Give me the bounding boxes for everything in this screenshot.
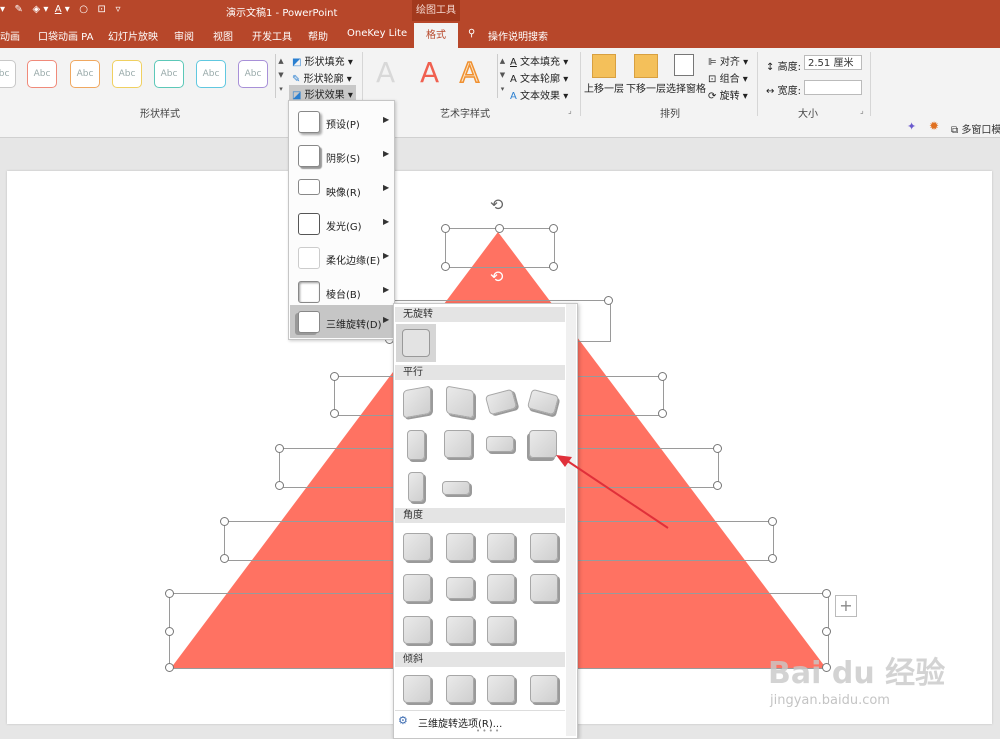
gallery-item-angle[interactable]: [530, 574, 558, 602]
gallery-item-parallel[interactable]: [407, 430, 425, 460]
gallery-item-angle[interactable]: [446, 577, 474, 599]
section-perspective-angle: 角度: [395, 508, 565, 523]
3d-options-icon: ⚙: [398, 714, 408, 727]
section-no-rotation: 无旋转: [395, 307, 565, 322]
gallery-item-angle[interactable]: [446, 533, 474, 561]
resize-handle[interactable]: [549, 224, 558, 233]
glow-icon: [298, 213, 320, 235]
resize-handle[interactable]: [165, 627, 174, 636]
resize-handle[interactable]: [330, 372, 339, 381]
submenu-arrow-icon: ▶: [383, 251, 390, 260]
resize-grip-icon[interactable]: • • • •: [476, 727, 499, 735]
resize-handle[interactable]: [768, 517, 777, 526]
resize-handle[interactable]: [220, 554, 229, 563]
gallery-item-oblique[interactable]: [530, 675, 558, 703]
menu-item-shadow[interactable]: 阴影(S) ▶: [290, 139, 393, 172]
resize-handle[interactable]: [658, 372, 667, 381]
submenu-arrow-icon: ▶: [383, 315, 390, 324]
resize-handle[interactable]: [604, 296, 613, 305]
submenu-arrow-icon: ▶: [383, 149, 390, 158]
submenu-arrow-icon: ▶: [383, 183, 390, 192]
gallery-item-angle[interactable]: [487, 533, 515, 561]
gallery-item-parallel[interactable]: [408, 472, 424, 502]
resize-handle[interactable]: [822, 589, 831, 598]
resize-handle[interactable]: [441, 224, 450, 233]
gallery-item-angle[interactable]: [403, 616, 431, 644]
resize-handle[interactable]: [658, 409, 667, 418]
gallery-item-oblique[interactable]: [446, 675, 474, 703]
gallery-item-parallel-highlighted[interactable]: [529, 430, 557, 458]
menu-item-soft-edges[interactable]: 柔化边缘(E) ▶: [290, 241, 393, 274]
gallery-item-angle[interactable]: [530, 533, 558, 561]
shadow-icon: [298, 145, 320, 167]
resize-handle[interactable]: [330, 409, 339, 418]
resize-handle[interactable]: [275, 444, 284, 453]
resize-handle[interactable]: [768, 554, 777, 563]
submenu-arrow-icon: ▶: [383, 115, 390, 124]
menu-item-reflection[interactable]: 映像(R) ▶: [290, 173, 393, 206]
resize-handle[interactable]: [275, 481, 284, 490]
gallery-scrollbar[interactable]: [566, 304, 576, 736]
rotate-handle-icon[interactable]: ⟲: [490, 267, 503, 286]
soft-edges-icon: [298, 247, 320, 269]
resize-handle[interactable]: [549, 262, 558, 271]
gallery-item-parallel[interactable]: [446, 385, 474, 419]
shape-effects-menu: 预设(P) ▶ 阴影(S) ▶ 映像(R) ▶ 发光(G) ▶ 柔化边缘(E) …: [288, 100, 395, 340]
resize-handle[interactable]: [713, 444, 722, 453]
gallery-item-parallel[interactable]: [526, 388, 560, 416]
menu-item-preset[interactable]: 预设(P) ▶: [290, 105, 393, 138]
gallery-item-angle[interactable]: [403, 533, 431, 561]
gallery-item-angle[interactable]: [487, 616, 515, 644]
resize-handle[interactable]: [165, 663, 174, 672]
gallery-item-angle[interactable]: [403, 574, 431, 602]
gallery-item-parallel[interactable]: [444, 430, 472, 458]
divider: [395, 710, 565, 711]
no-rotation-icon: [402, 329, 430, 357]
gallery-item-no-rotation[interactable]: [396, 324, 436, 362]
resize-handle[interactable]: [165, 589, 174, 598]
reflection-icon: [298, 179, 320, 195]
rotate-handle-icon[interactable]: ⟲: [490, 195, 503, 214]
section-parallel: 平行: [395, 365, 565, 380]
section-oblique: 倾斜: [395, 652, 565, 667]
gallery-item-oblique[interactable]: [403, 675, 431, 703]
gallery-item-angle[interactable]: [487, 574, 515, 602]
gallery-item-parallel[interactable]: [484, 388, 518, 416]
submenu-arrow-icon: ▶: [383, 217, 390, 226]
resize-handle[interactable]: [495, 224, 504, 233]
add-layout-icon[interactable]: +: [835, 595, 857, 617]
watermark-url: jingyan.baidu.com: [770, 693, 890, 708]
gallery-item-parallel[interactable]: [442, 481, 470, 495]
3d-rotation-gallery: 无旋转 平行 角度 倾斜 ⚙ 三维旋转选项(R)... • • • •: [393, 303, 578, 739]
submenu-arrow-icon: ▶: [383, 285, 390, 294]
menu-item-3d-rotation[interactable]: 三维旋转(D) ▶: [290, 305, 393, 338]
menu-item-glow[interactable]: 发光(G) ▶: [290, 207, 393, 240]
menu-item-bevel[interactable]: 棱台(B) ▶: [290, 275, 393, 308]
bevel-icon: [298, 281, 320, 303]
gallery-item-parallel[interactable]: [403, 385, 431, 419]
resize-handle[interactable]: [713, 481, 722, 490]
gallery-item-parallel[interactable]: [486, 436, 514, 452]
resize-handle[interactable]: [220, 517, 229, 526]
resize-handle[interactable]: [441, 262, 450, 271]
resize-handle[interactable]: [822, 627, 831, 636]
baidu-watermark-logo: Bai du 经验: [768, 656, 946, 691]
preset-icon: [298, 111, 320, 133]
gallery-item-angle[interactable]: [446, 616, 474, 644]
selection-box: [445, 228, 555, 268]
gallery-item-oblique[interactable]: [487, 675, 515, 703]
3d-rotation-icon: [298, 311, 320, 333]
